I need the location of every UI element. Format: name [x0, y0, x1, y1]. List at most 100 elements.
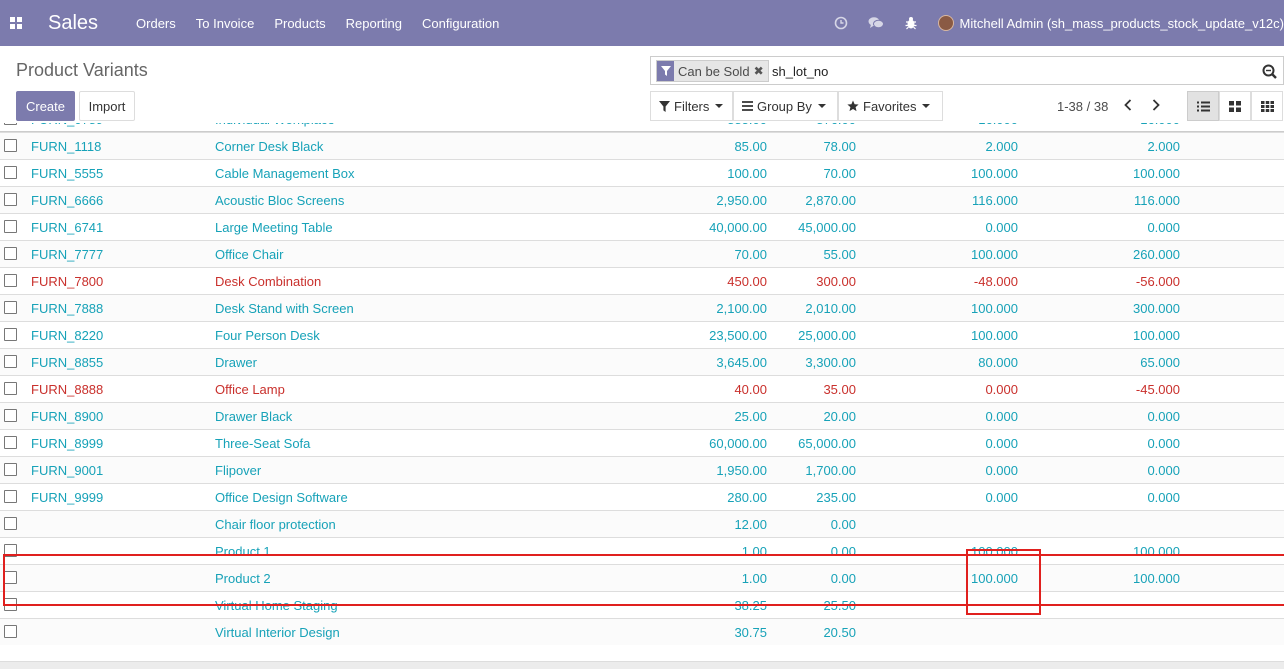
cost: 35.00: [823, 382, 856, 397]
cost: 1,700.00: [805, 463, 856, 478]
internal-reference: FURN_8888: [31, 382, 104, 397]
facet-remove-icon[interactable]: ✖: [753, 61, 768, 81]
table-row[interactable]: FURN_9999 Office Design Software 280.00 235…: [0, 483, 1284, 510]
chat-icon[interactable]: [868, 15, 884, 31]
row-checkbox[interactable]: [4, 139, 17, 152]
horizontal-scrollbar[interactable]: [0, 661, 1284, 669]
menu-orders[interactable]: Orders: [136, 16, 176, 31]
quantity-on-hand: 0.000: [985, 436, 1018, 451]
table-row[interactable]: Chair floor protection 12.00 0.00: [0, 510, 1284, 537]
list-view-button[interactable]: [1187, 91, 1219, 121]
forecasted-quantity: -56.000: [1135, 274, 1180, 289]
internal-reference: FURN_0789: [31, 123, 103, 127]
cost: 20.50: [823, 625, 856, 640]
product-name: Large Meeting Table: [215, 220, 333, 235]
group-by-label: Group By: [757, 98, 812, 114]
internal-reference: FURN_1118: [31, 139, 102, 154]
row-checkbox[interactable]: [4, 625, 17, 638]
kanban-view-button[interactable]: [1219, 91, 1251, 121]
pager-value[interactable]: 1-38 / 38: [1057, 99, 1108, 114]
quantity-on-hand: 0.000: [985, 220, 1018, 235]
sales-price: 12.00: [734, 517, 767, 532]
table-row[interactable]: FURN_8900 Drawer Black 25.00 20.00 0.000 0.00…: [0, 402, 1284, 429]
group-by-dropdown[interactable]: Group By: [733, 91, 838, 121]
row-checkbox[interactable]: [4, 123, 17, 125]
table-row[interactable]: FURN_1118 Corner Desk Black 85.00 78.00 2.00…: [0, 132, 1284, 159]
row-checkbox[interactable]: [4, 193, 17, 206]
row-checkbox[interactable]: [4, 301, 17, 314]
pager-previous-icon[interactable]: [1122, 97, 1134, 113]
table-row[interactable]: FURN_6666 Acoustic Bloc Screens 2,950.00 2,…: [0, 186, 1284, 213]
pager-next-icon[interactable]: [1150, 97, 1162, 113]
sales-price: 85.00: [734, 139, 767, 154]
search-input[interactable]: [772, 62, 972, 80]
forecasted-quantity: 100.000: [1133, 166, 1180, 181]
row-checkbox[interactable]: [4, 409, 17, 422]
highlight-box-rows: [3, 554, 1284, 606]
table-row[interactable]: FURN_8220 Four Person Desk 23,500.00 25,000…: [0, 321, 1284, 348]
product-name: Office Chair: [215, 247, 284, 262]
list-view-icon: [1196, 101, 1210, 111]
row-checkbox[interactable]: [4, 220, 17, 233]
table-row[interactable]: FURN_7777 Office Chair 70.00 55.00 100.000 26…: [0, 240, 1284, 267]
row-checkbox[interactable]: [4, 328, 17, 341]
quantity-on-hand: 100.000: [971, 247, 1018, 262]
app-name[interactable]: Sales: [48, 12, 98, 35]
row-checkbox[interactable]: [4, 274, 17, 287]
favorites-dropdown[interactable]: Favorites: [838, 91, 943, 121]
row-checkbox[interactable]: [4, 436, 17, 449]
row-checkbox[interactable]: [4, 463, 17, 476]
row-checkbox[interactable]: [4, 355, 17, 368]
table-row[interactable]: FURN_9001 Flipover 1,950.00 1,700.00 0.000 0.…: [0, 456, 1284, 483]
internal-reference: FURN_6666: [31, 193, 104, 208]
row-checkbox[interactable]: [4, 382, 17, 395]
filters-dropdown[interactable]: Filters: [650, 91, 733, 121]
row-checkbox[interactable]: [4, 490, 17, 503]
row-checkbox[interactable]: [4, 247, 17, 260]
menu-to-invoice[interactable]: To Invoice: [196, 16, 255, 31]
search-bar[interactable]: Can be Sold ✖: [650, 56, 1284, 85]
table-row[interactable]: Virtual Interior Design 30.75 20.50: [0, 618, 1284, 645]
table-row[interactable]: FURN_5555 Cable Management Box 100.00 70.00…: [0, 159, 1284, 186]
cost: 55.00: [823, 247, 856, 262]
forecasted-quantity: 65.000: [1140, 355, 1180, 370]
product-name: Desk Combination: [215, 274, 322, 289]
quantity-on-hand: -48.000: [973, 274, 1018, 289]
product-name: Office Lamp: [215, 382, 285, 397]
quantity-on-hand: 0.000: [985, 409, 1018, 424]
sales-price: 100.00: [727, 166, 767, 181]
menu-reporting[interactable]: Reporting: [346, 16, 402, 31]
sales-price: 70.00: [734, 247, 767, 262]
cost: 235.00: [816, 490, 856, 505]
sales-price: 1,950.00: [716, 463, 767, 478]
grid-view-button[interactable]: [1251, 91, 1283, 121]
menu-configuration[interactable]: Configuration: [422, 16, 499, 31]
bug-icon[interactable]: [903, 15, 919, 31]
row-checkbox[interactable]: [4, 517, 17, 530]
table-row[interactable]: FURN_8999 Three-Seat Sofa 60,000.00 65,000.…: [0, 429, 1284, 456]
import-button[interactable]: Import: [79, 91, 135, 121]
table-row[interactable]: FURN_7800 Desk Combination 450.00 300.00 -48…: [0, 267, 1284, 294]
cost: 78.00: [823, 139, 856, 154]
search-icon[interactable]: [1262, 64, 1277, 82]
table-row[interactable]: FURN_7888 Desk Stand with Screen 2,100.00 2…: [0, 294, 1284, 321]
forecasted-quantity: 100.000: [1133, 328, 1180, 343]
internal-reference: FURN_7777: [31, 247, 104, 262]
menu-products[interactable]: Products: [274, 16, 325, 31]
quantity-on-hand: 100.000: [971, 166, 1018, 181]
table-row[interactable]: FURN_0789 Individual Workplace 885.00 876.0…: [0, 123, 1284, 132]
table-row[interactable]: FURN_6741 Large Meeting Table 40,000.00 45,…: [0, 213, 1284, 240]
apps-menu-icon[interactable]: [0, 0, 32, 46]
create-button[interactable]: Create: [16, 91, 75, 121]
clock-icon[interactable]: [833, 15, 849, 31]
cost: 70.00: [823, 166, 856, 181]
sales-price: 2,950.00: [716, 193, 767, 208]
forecasted-quantity: 0.000: [1147, 220, 1180, 235]
cost: 2,870.00: [805, 193, 856, 208]
control-panel: Product Variants Create Import Can be So…: [0, 46, 1284, 132]
avatar[interactable]: [937, 15, 954, 31]
table-row[interactable]: FURN_8888 Office Lamp 40.00 35.00 0.000 -45.0…: [0, 375, 1284, 402]
user-menu[interactable]: Mitchell Admin (sh_mass_products_stock_u…: [960, 16, 1284, 31]
row-checkbox[interactable]: [4, 166, 17, 179]
table-row[interactable]: FURN_8855 Drawer 3,645.00 3,300.00 80.000 65.…: [0, 348, 1284, 375]
